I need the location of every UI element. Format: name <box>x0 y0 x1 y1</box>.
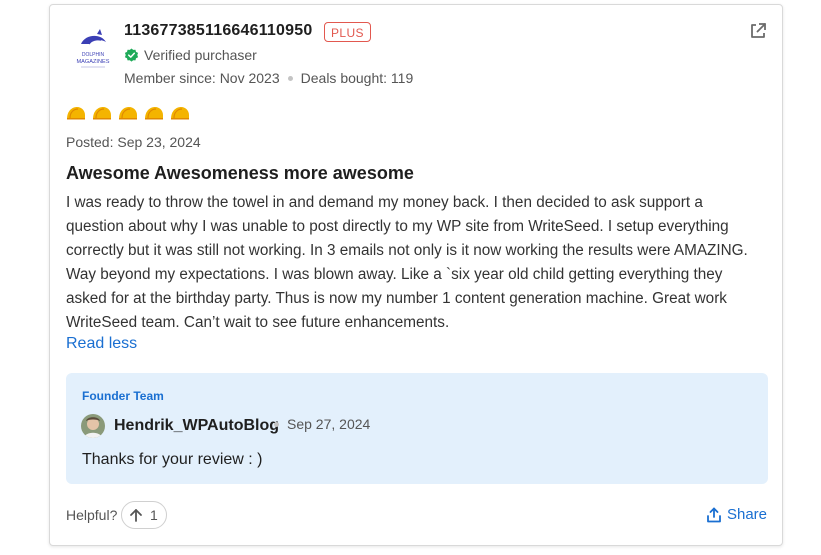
verified-label: Verified purchaser <box>144 47 257 63</box>
founder-avatar <box>81 414 105 438</box>
review-card: DOLPHIN MAGAZINES 113677385116646110950 … <box>49 4 783 546</box>
taco-icon <box>119 107 137 120</box>
avatar-line-2: MAGAZINES <box>77 59 110 65</box>
taco-icon <box>171 107 189 120</box>
rating <box>66 106 190 120</box>
reviewer-username: 113677385116646110950 <box>124 22 313 39</box>
up-arrow-icon <box>130 509 142 522</box>
member-meta: Member since: Nov 2023 Deals bought: 119 <box>124 70 413 86</box>
share-label: Share <box>726 506 767 523</box>
plus-badge: PLUS <box>324 22 371 42</box>
taco-icon <box>93 107 111 120</box>
verified-check-icon <box>124 47 139 62</box>
helpful-label: Helpful? <box>66 507 118 523</box>
avatar-line-1: DOLPHIN <box>82 52 105 58</box>
share-button[interactable]: Share <box>706 506 767 523</box>
read-less-link[interactable]: Read less <box>66 335 137 353</box>
verified-purchaser: Verified purchaser <box>124 47 257 63</box>
helpful-count: 1 <box>150 507 158 523</box>
reply-text: Thanks for your review : ) <box>82 451 263 468</box>
separator-dot <box>287 75 293 81</box>
founder-team-label: Founder Team <box>82 389 164 403</box>
helpful-button[interactable]: 1 <box>121 501 167 529</box>
posted-date: Posted: Sep 23, 2024 <box>66 134 201 150</box>
member-since: Member since: Nov 2023 <box>124 70 280 86</box>
external-link-icon[interactable] <box>749 22 767 40</box>
deals-bought: Deals bought: 119 <box>300 70 414 86</box>
founder-reply: Founder Team Hendrik_WPAutoBlog Sep 27, … <box>66 373 768 484</box>
separator-dot <box>274 421 279 427</box>
review-title: Awesome Awesomeness more awesome <box>66 163 414 183</box>
share-icon <box>707 507 721 522</box>
taco-icon <box>67 107 85 120</box>
taco-icon <box>145 107 163 120</box>
reviewer-avatar: DOLPHIN MAGAZINES <box>71 28 115 86</box>
reply-date-wrap: Sep 27, 2024 <box>274 416 370 432</box>
reply-date: Sep 27, 2024 <box>287 416 371 432</box>
founder-name: Hendrik_WPAutoBlog <box>114 417 280 434</box>
review-body: I was ready to throw the towel in and de… <box>66 194 748 331</box>
